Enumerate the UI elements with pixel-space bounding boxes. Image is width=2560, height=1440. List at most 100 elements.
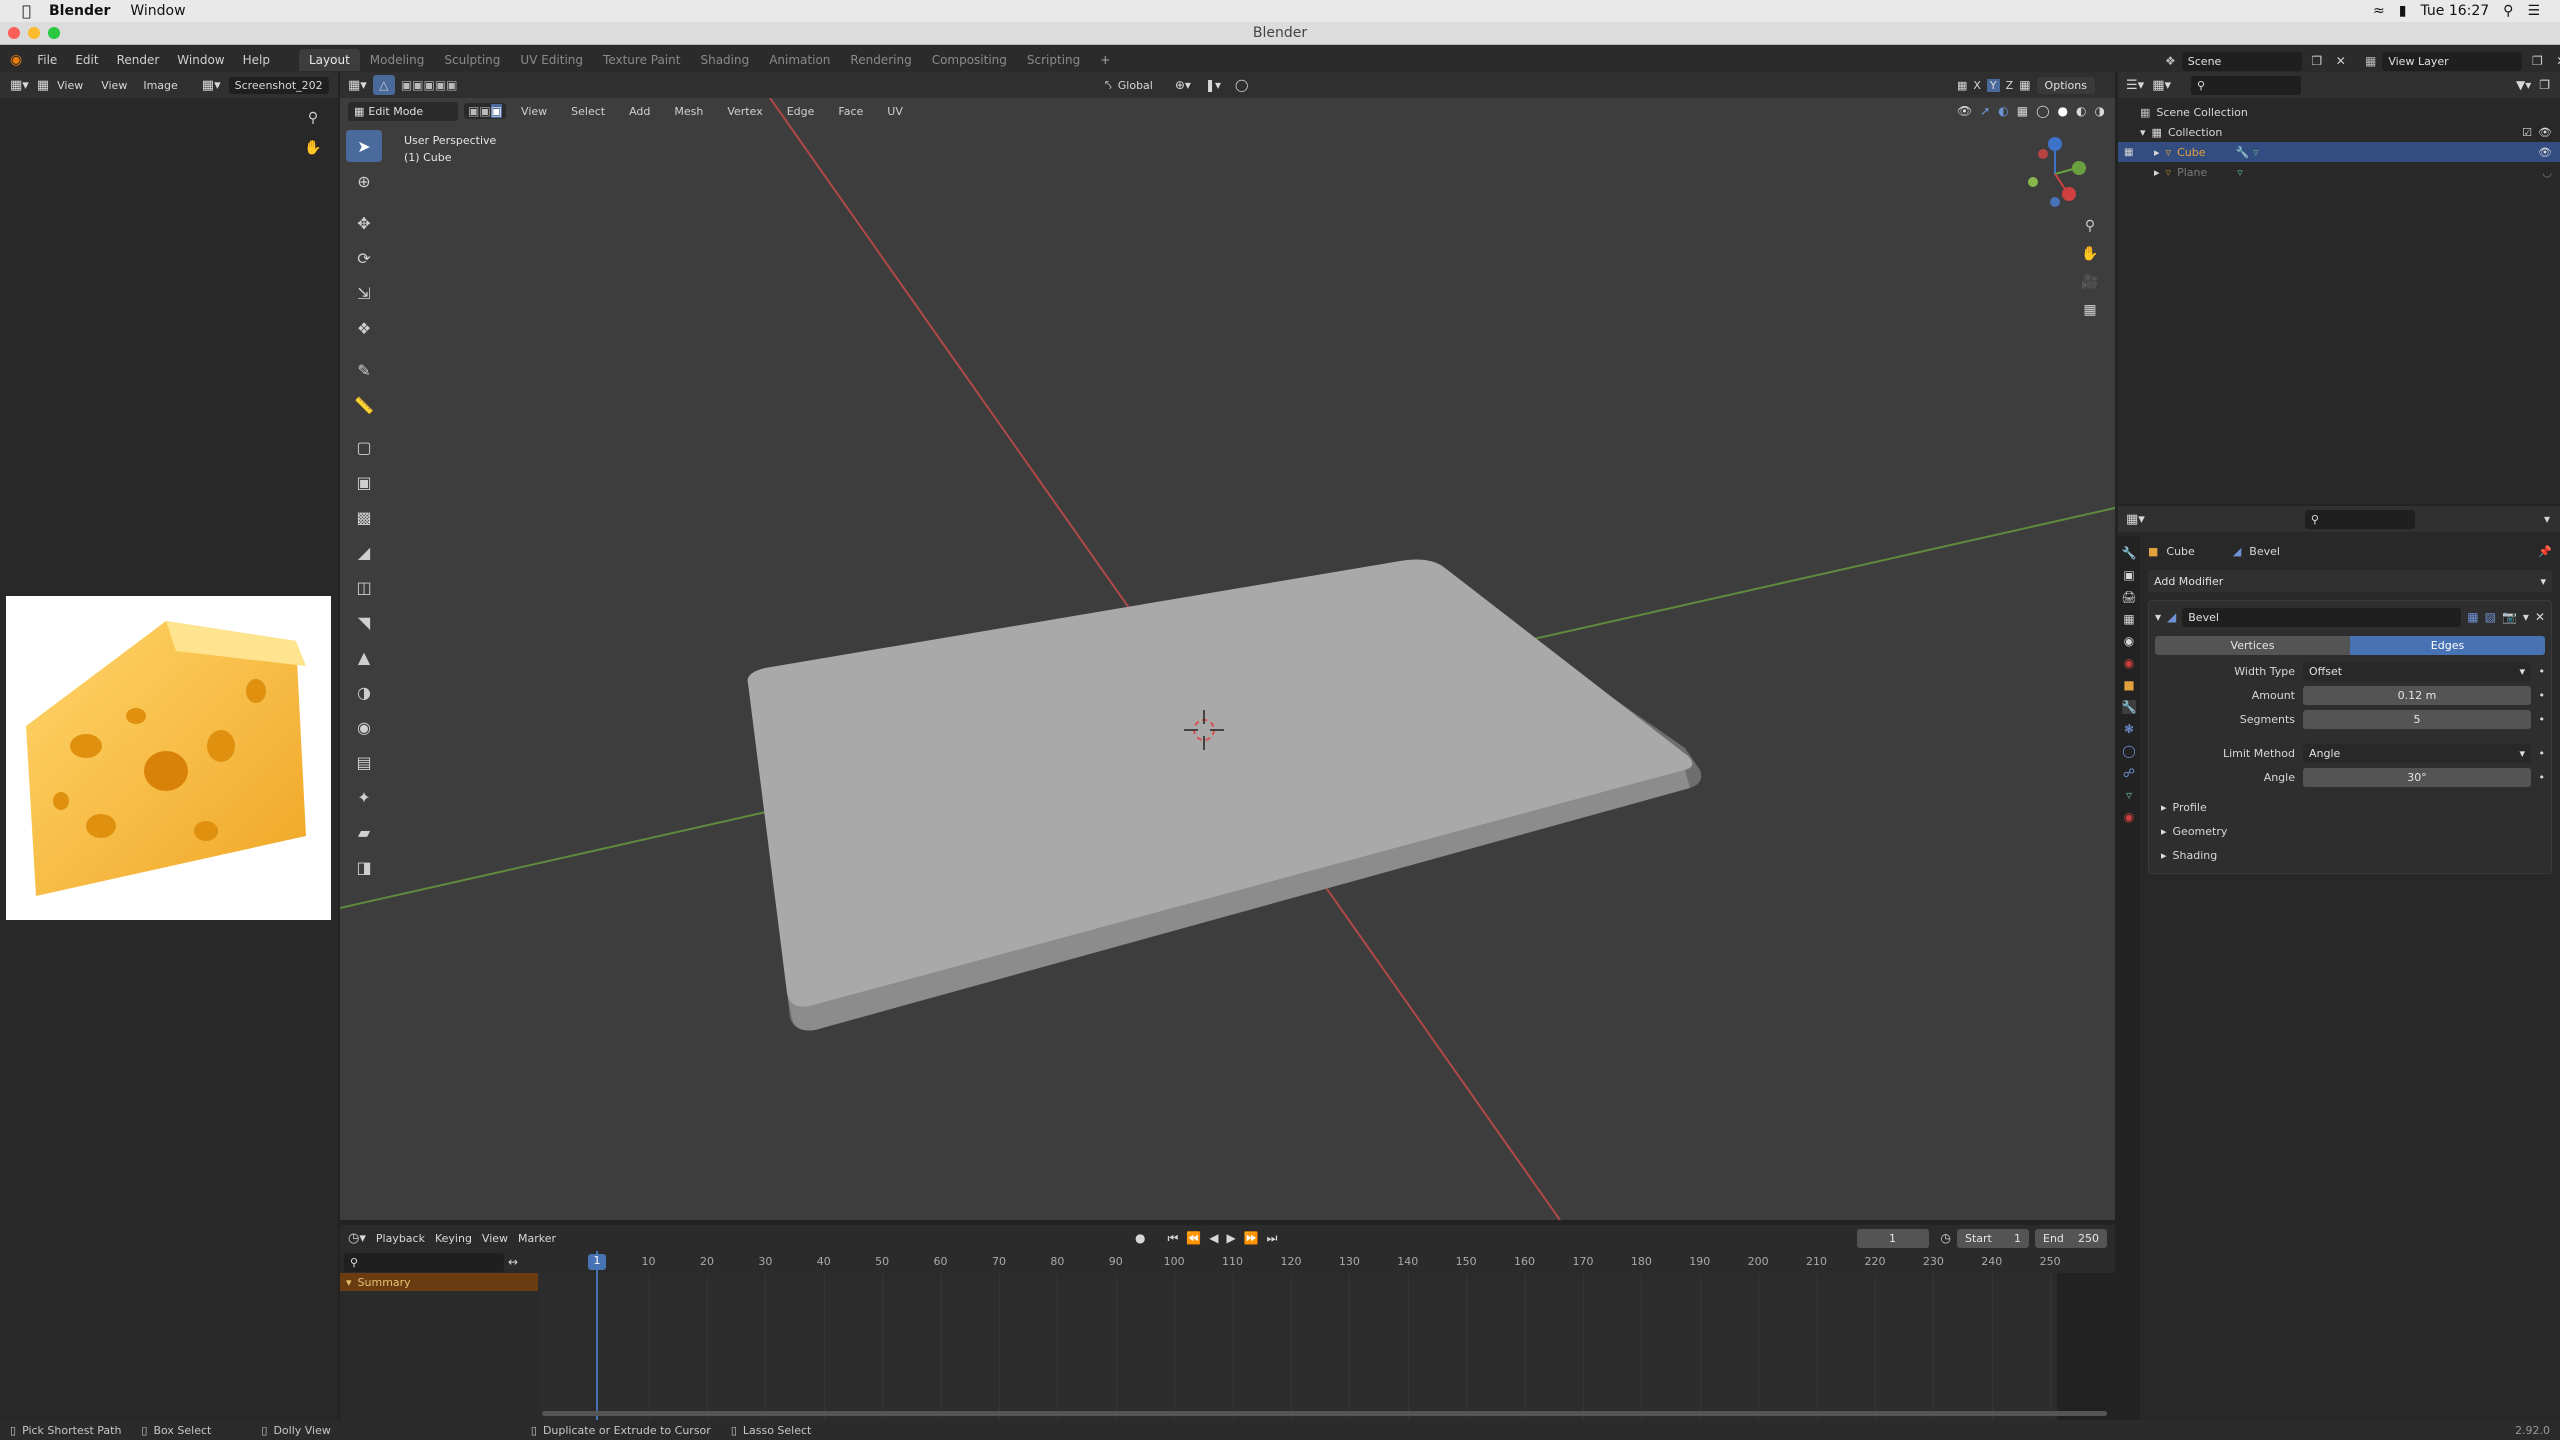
cube-top-face[interactable] [747, 559, 1693, 1007]
outliner-display-mode-icon[interactable]: ▦▾ [2152, 78, 2171, 93]
play-icon[interactable]: ▶ [1226, 1231, 1235, 1245]
image-menu-view-1[interactable]: View [57, 79, 83, 92]
tab-animation[interactable]: Animation [759, 49, 840, 71]
angle-field[interactable]: 30° [2303, 767, 2531, 787]
axis-x-toggle[interactable]: X [1973, 79, 1981, 92]
tab-texture-paint[interactable]: Texture Paint [593, 49, 690, 71]
keyframe-dot-icon[interactable]: • [2531, 713, 2546, 726]
transform-tool-icon[interactable]: ❖ [346, 312, 382, 344]
timeline-menu-keying[interactable]: Keying [435, 1232, 472, 1245]
record-icon[interactable]: ● [1135, 1231, 1145, 1245]
snap-icon[interactable]: ❚▾ [1205, 78, 1221, 92]
render-toggle-icon[interactable]: 📷 [2502, 610, 2517, 624]
rotate-tool-icon[interactable]: ⟳ [346, 242, 382, 274]
pin-icon[interactable]: 📌 [2538, 545, 2552, 558]
ortho-toggle-icon[interactable]: ▦ [2077, 298, 2103, 322]
delete-scene-icon[interactable]: ✕ [2332, 49, 2350, 73]
tab-layout[interactable]: Layout [298, 48, 360, 71]
tab-uv-editing[interactable]: UV Editing [510, 49, 593, 71]
remove-modifier-icon[interactable]: ✕ [2535, 610, 2545, 624]
tab-shading[interactable]: Shading [690, 49, 759, 71]
gizmo-toggle-icon[interactable]: ➚ [1980, 104, 1990, 118]
vp-menu-edge[interactable]: Edge [778, 105, 824, 118]
segments-field[interactable]: 5 [2303, 709, 2531, 729]
camera-view-icon[interactable]: 🎥 [2077, 270, 2103, 294]
keyframe-dot-icon[interactable]: • [2531, 771, 2546, 784]
pan-view-icon[interactable]: ✋ [2077, 242, 2103, 266]
xray-toggle-icon[interactable]: ▦ [2017, 104, 2028, 118]
amount-field[interactable]: 0.12 m [2303, 685, 2531, 705]
editor-type-icon[interactable]: ▦▾ [10, 78, 29, 93]
blender-logo-icon[interactable]: ◉ [10, 52, 22, 68]
annotate-tool-icon[interactable]: ✎ [346, 354, 382, 386]
timeline-editor-type-icon[interactable]: ◷▾ [348, 1231, 366, 1246]
3d-viewport[interactable]: User Perspective (1) Cube ▦ Edit Mode ▣▣… [340, 98, 2115, 1220]
affect-vertices-button[interactable]: Vertices [2155, 635, 2350, 655]
subpanel-shading[interactable]: ▸ Shading [2155, 843, 2545, 867]
battery-icon[interactable]: ▮ [2399, 3, 2407, 19]
filter-icon[interactable]: ▼▾ [2516, 78, 2531, 92]
view-layer-tab-icon[interactable]: ▦ [2123, 612, 2134, 626]
timeline-menu-marker[interactable]: Marker [518, 1232, 556, 1245]
menu-window[interactable]: Window [168, 53, 233, 67]
material-tab-icon[interactable]: ◉ [2124, 810, 2134, 824]
output-tab-icon[interactable]: 🖨 [2121, 590, 2136, 604]
playhead-frame-badge[interactable]: 1 [588, 1254, 606, 1270]
modifier-name-field[interactable]: Bevel [2182, 607, 2462, 627]
prev-keyframe-icon[interactable]: ⏪ [1186, 1231, 1201, 1245]
expand-icon[interactable]: ▸ [2154, 166, 2160, 179]
viewport-scene[interactable] [340, 98, 2115, 1220]
modifier-options-icon[interactable]: ▾ [2523, 610, 2529, 624]
add-modifier-button[interactable]: Add Modifier ▾ [2148, 570, 2552, 592]
timeline-scrollbar[interactable] [542, 1411, 2107, 1416]
outliner-row-scene-collection[interactable]: ▦ Scene Collection [2118, 102, 2560, 122]
select-box-tool-icon[interactable]: ➤ [346, 130, 382, 162]
jump-start-icon[interactable]: ⏮ [1167, 1231, 1178, 1246]
vp-menu-select[interactable]: Select [562, 105, 614, 118]
spotlight-icon[interactable]: ⚲ [2503, 3, 2513, 19]
tab-scripting[interactable]: Scripting [1017, 49, 1090, 71]
add-cube-tool-icon[interactable]: ▢ [346, 431, 382, 463]
cursor-tool-icon[interactable]: ⊕ [346, 165, 382, 197]
scene-tab-icon[interactable]: ◉ [2124, 634, 2134, 648]
playhead[interactable] [596, 1251, 598, 1420]
collapse-icon[interactable]: ▾ [2140, 126, 2146, 139]
smooth-tool-icon[interactable]: ◉ [346, 711, 382, 743]
swap-icon[interactable]: ↔ [508, 1255, 518, 1269]
data-tab-icon[interactable]: ▿ [2126, 788, 2132, 802]
pan-hand-icon[interactable]: ✋ [300, 136, 326, 160]
width-type-dropdown[interactable]: Offset ▾ [2303, 661, 2531, 681]
properties-editor-type-icon[interactable]: ▦▾ [2126, 512, 2145, 527]
overlay-toggle-icon[interactable]: ◐ [1998, 104, 2008, 118]
edit-mode-object-icon[interactable]: ▦ [2124, 147, 2133, 158]
image-menu-image[interactable]: Image [143, 79, 177, 92]
viewport-editor-type-icon[interactable]: ▦▾ [348, 78, 367, 93]
image-menu-view-2[interactable]: View [101, 79, 127, 92]
properties-options-icon[interactable]: ▾ [2544, 512, 2550, 526]
subpanel-profile[interactable]: ▸ Profile [2155, 795, 2545, 819]
new-view-layer-icon[interactable]: ❐ [2528, 49, 2546, 73]
wireframe-shading-icon[interactable]: ◯ [2036, 104, 2049, 118]
tab-sculpting[interactable]: Sculpting [434, 49, 510, 71]
edit-mode-toggle-icon[interactable]: ▦ [2467, 610, 2478, 624]
tab-compositing[interactable]: Compositing [922, 49, 1017, 71]
new-collection-icon[interactable]: ❐ [2539, 78, 2550, 92]
jump-end-icon[interactable]: ⏭ [1267, 1231, 1278, 1246]
image-browse-icon[interactable]: ▦▾ [202, 78, 221, 93]
constraints-tab-icon[interactable]: ☍ [2123, 766, 2135, 780]
proportional-edit-icon[interactable]: ◯ [1235, 78, 1248, 92]
outliner-editor-type-icon[interactable]: ☰▾ [2126, 78, 2144, 93]
zoom-icon[interactable]: ⚲ [300, 106, 326, 130]
particles-tab-icon[interactable]: ❃ [2124, 722, 2134, 736]
keyframe-dot-icon[interactable]: • [2531, 689, 2546, 702]
hidden-eye-icon[interactable]: ◡ [2542, 166, 2552, 179]
poly-build-tool-icon[interactable]: ▲ [346, 641, 382, 673]
tab-modeling[interactable]: Modeling [360, 49, 435, 71]
axis-y-toggle[interactable]: Y [1986, 78, 2000, 92]
mode-selector[interactable]: ▦ Edit Mode [348, 101, 458, 121]
mac-clock[interactable]: Tue 16:27 [2420, 3, 2489, 19]
affect-edges-button[interactable]: Edges [2350, 635, 2545, 655]
shrink-fatten-tool-icon[interactable]: ✦ [346, 781, 382, 813]
play-reverse-icon[interactable]: ◀ [1209, 1231, 1218, 1245]
vp-menu-vertex[interactable]: Vertex [718, 105, 771, 118]
